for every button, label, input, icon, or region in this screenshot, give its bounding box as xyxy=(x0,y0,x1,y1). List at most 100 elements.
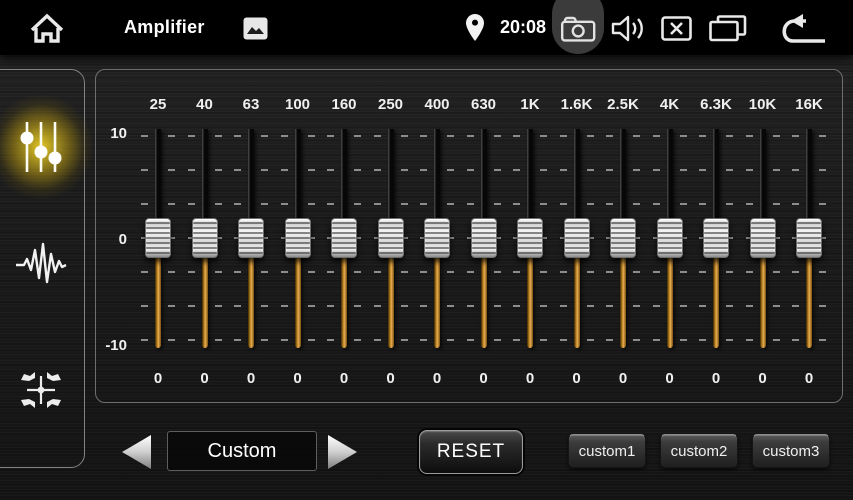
tick-mark xyxy=(188,135,195,137)
tick-mark xyxy=(215,169,222,171)
tick-mark xyxy=(261,271,268,273)
custom3-button[interactable]: custom3 xyxy=(752,434,830,468)
tick-mark xyxy=(540,135,547,137)
band-slider-thumb[interactable] xyxy=(564,218,590,258)
close-app-icon[interactable] xyxy=(661,16,692,41)
band-slider-thumb[interactable] xyxy=(610,218,636,258)
tick-mark xyxy=(168,305,175,307)
band-value: 0 xyxy=(414,370,460,387)
band-value: 0 xyxy=(275,370,321,387)
home-icon[interactable] xyxy=(28,12,66,44)
tick-mark xyxy=(141,305,148,307)
tick-mark xyxy=(494,305,501,307)
tick-mark xyxy=(168,135,175,137)
camera-icon[interactable] xyxy=(561,15,596,42)
tick-mark xyxy=(653,169,660,171)
band-frequency-label: 40 xyxy=(182,96,228,113)
band-value: 0 xyxy=(461,370,507,387)
tick-mark xyxy=(792,135,799,137)
preset-next-button[interactable] xyxy=(326,433,360,471)
tick-mark xyxy=(560,203,567,205)
tick-mark xyxy=(680,203,687,205)
tick-mark xyxy=(633,169,640,171)
band-slider-thumb[interactable] xyxy=(424,218,450,258)
recent-apps-icon[interactable] xyxy=(709,15,747,42)
tick-mark xyxy=(653,339,660,341)
tick-mark xyxy=(401,305,408,307)
tick-mark xyxy=(327,271,334,273)
band-slider-thumb[interactable] xyxy=(471,218,497,258)
tick-mark xyxy=(354,271,361,273)
tick-mark xyxy=(420,271,427,273)
tick-mark xyxy=(168,271,175,273)
tick-mark xyxy=(494,203,501,205)
gallery-icon[interactable] xyxy=(243,17,268,40)
volume-icon[interactable] xyxy=(611,14,647,43)
back-icon[interactable] xyxy=(779,14,827,44)
tick-mark xyxy=(447,169,454,171)
custom2-button[interactable]: custom2 xyxy=(660,434,738,468)
band-slider-thumb[interactable] xyxy=(192,218,218,258)
custom1-button[interactable]: custom1 xyxy=(568,434,646,468)
tick-mark xyxy=(467,135,474,137)
band-slider-thumb[interactable] xyxy=(517,218,543,258)
tick-mark xyxy=(560,169,567,171)
band-frequency-label: 6.3K xyxy=(693,96,739,113)
preset-selector[interactable]: Custom xyxy=(167,431,317,471)
tick-mark xyxy=(308,305,315,307)
tick-mark xyxy=(819,135,826,137)
tick-mark xyxy=(261,169,268,171)
sidebar-item-equalizer[interactable] xyxy=(18,120,64,179)
tick-mark xyxy=(746,271,753,273)
tick-mark xyxy=(792,339,799,341)
band-slider-thumb[interactable] xyxy=(378,218,404,258)
sidebar-item-sound-effect[interactable] xyxy=(14,240,68,291)
tick-mark xyxy=(726,271,733,273)
tick-mark xyxy=(261,305,268,307)
tick-mark xyxy=(281,169,288,171)
band-slider-thumb[interactable] xyxy=(238,218,264,258)
band-slider-thumb[interactable] xyxy=(703,218,729,258)
tick-mark xyxy=(819,339,826,341)
tick-mark xyxy=(653,271,660,273)
band-frequency-label: 100 xyxy=(275,96,321,113)
band-slider-thumb[interactable] xyxy=(331,218,357,258)
preset-selected-label: Custom xyxy=(208,440,277,463)
band-slider-thumb[interactable] xyxy=(145,218,171,258)
tick-mark xyxy=(606,339,613,341)
tick-mark xyxy=(141,271,148,273)
tick-mark xyxy=(513,305,520,307)
tick-mark xyxy=(467,305,474,307)
band-frequency-label: 1.6K xyxy=(554,96,600,113)
tick-mark xyxy=(188,169,195,171)
tick-mark xyxy=(188,339,195,341)
tick-mark xyxy=(746,203,753,205)
custom3-label: custom3 xyxy=(763,443,820,460)
reset-button[interactable]: RESET xyxy=(419,430,523,474)
band-slider-thumb[interactable] xyxy=(750,218,776,258)
band-frequency-label: 25 xyxy=(135,96,181,113)
tick-mark xyxy=(587,305,594,307)
tick-mark xyxy=(188,271,195,273)
tick-mark xyxy=(606,271,613,273)
amplifier-screen: Amplifier 20:08 xyxy=(0,0,853,500)
tick-mark xyxy=(746,339,753,341)
status-bar: Amplifier 20:08 xyxy=(0,0,853,55)
tick-mark xyxy=(792,271,799,273)
eq-band: 16K 0 xyxy=(786,70,832,404)
tick-mark xyxy=(653,135,660,137)
tick-mark xyxy=(699,271,706,273)
tick-mark xyxy=(420,339,427,341)
band-slider-thumb[interactable] xyxy=(796,218,822,258)
preset-prev-button[interactable] xyxy=(119,433,153,471)
band-slider-thumb[interactable] xyxy=(657,218,683,258)
band-value: 0 xyxy=(368,370,414,387)
tick-mark xyxy=(819,271,826,273)
tick-mark xyxy=(746,135,753,137)
sidebar-item-balance-fader[interactable] xyxy=(17,366,65,419)
tick-mark xyxy=(726,305,733,307)
tick-mark xyxy=(141,169,148,171)
band-slider-thumb[interactable] xyxy=(285,218,311,258)
band-frequency-label: 400 xyxy=(414,96,460,113)
tick-mark xyxy=(281,339,288,341)
